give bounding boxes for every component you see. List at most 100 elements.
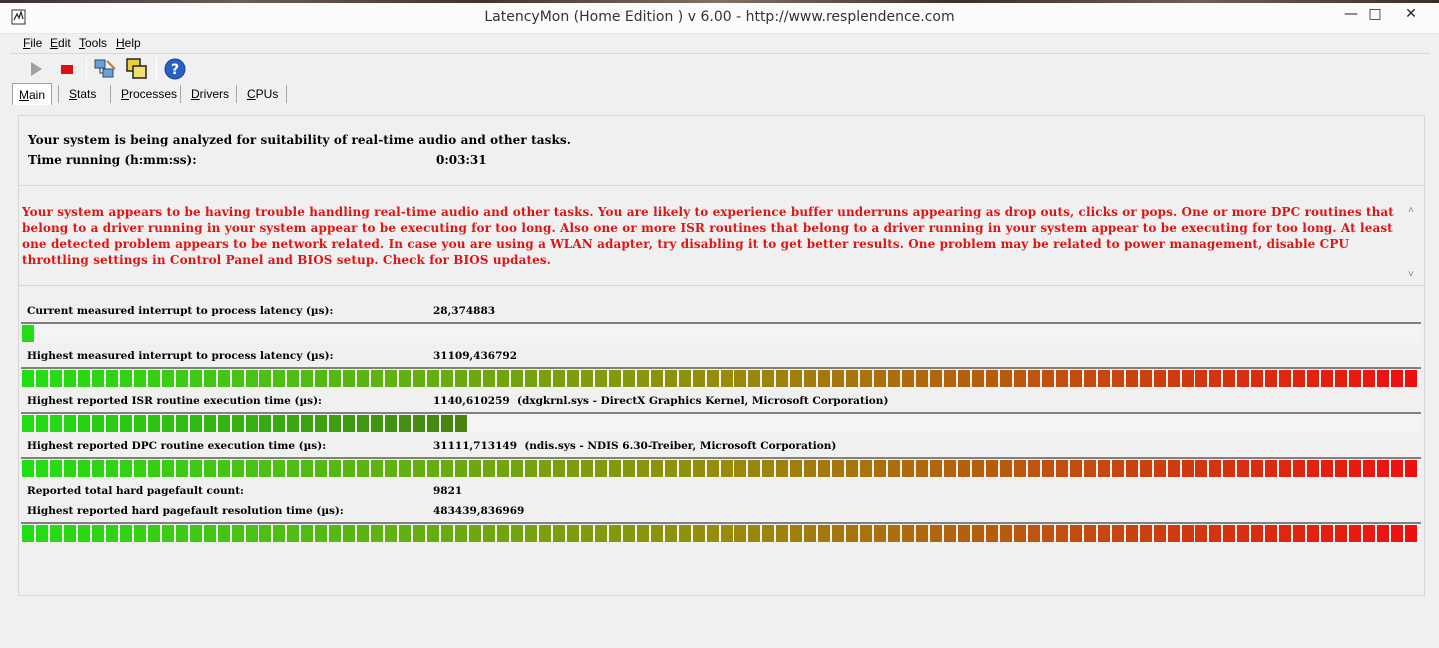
close-button[interactable]: ✕ (1396, 4, 1426, 24)
bar-segment (203, 460, 216, 477)
bar-segment (888, 370, 901, 387)
bar-segment (1139, 460, 1152, 477)
current-latency-bar (21, 322, 1421, 343)
bar-segment (650, 460, 663, 477)
bar-segment (287, 415, 300, 432)
bar-segment (1055, 525, 1068, 542)
help-icon[interactable]: ? (163, 57, 187, 81)
play-icon[interactable] (24, 57, 48, 81)
bar-segment (566, 370, 579, 387)
bar-segment (664, 460, 677, 477)
scroll-up-icon[interactable]: ˄ (1408, 205, 1414, 216)
tab-main[interactable]: Main (12, 83, 53, 105)
menu-file[interactable]: File (23, 36, 42, 50)
bar-segment (175, 370, 188, 387)
bar-segment (1041, 460, 1054, 477)
bar-segment (930, 525, 943, 542)
bar-segment (469, 525, 482, 542)
bar-segment (1307, 370, 1320, 387)
network-icon[interactable] (93, 57, 117, 81)
menu-help-label: elp (124, 36, 141, 50)
bar-segment (622, 525, 635, 542)
bar-segment (301, 525, 314, 542)
menu-edit[interactable]: Edit (50, 36, 71, 50)
bar-segment (846, 370, 859, 387)
bar-segment (63, 415, 76, 432)
bar-segment (692, 460, 705, 477)
bar-segment (552, 370, 565, 387)
bar-segment (189, 460, 202, 477)
bar-segment (1405, 460, 1418, 477)
bar-segment (385, 370, 398, 387)
bar-segment (748, 460, 761, 477)
bar-segment (203, 370, 216, 387)
bar-segment (608, 370, 621, 387)
bar-segment (748, 370, 761, 387)
bar-segment (287, 525, 300, 542)
menu-tools[interactable]: Tools (79, 36, 107, 50)
tab-stats[interactable]: Stats (69, 83, 96, 105)
bar-segment (483, 370, 495, 387)
windows-icon[interactable] (125, 57, 149, 81)
bar-segment (832, 460, 845, 477)
bar-segment (510, 460, 523, 477)
tab-processes[interactable]: Processes (121, 83, 177, 105)
bar-segment (985, 460, 998, 477)
bar-segment (287, 370, 300, 387)
bar-segment (1293, 370, 1306, 387)
scroll-down-icon[interactable]: ˅ (1408, 269, 1414, 280)
bar-segment (399, 415, 412, 432)
bar-segment (818, 525, 831, 542)
bar-segment (552, 525, 565, 542)
menu-help[interactable]: Help (116, 36, 141, 50)
bar-segment (455, 370, 468, 387)
bar-segment (804, 460, 817, 477)
bar-segment (385, 415, 398, 432)
tab-cpus[interactable]: CPUs (247, 83, 278, 105)
stop-icon[interactable] (55, 57, 79, 81)
bar-segment (580, 460, 593, 477)
bar-segment (1391, 460, 1404, 477)
bar-segment (1111, 460, 1124, 477)
current-latency-value: 28,374883 (433, 305, 496, 317)
bar-segment (832, 370, 845, 387)
bar-segment (22, 370, 34, 387)
bar-segment (650, 370, 663, 387)
bar-segment (1251, 460, 1264, 477)
bar-segment (483, 525, 495, 542)
bar-segment (1405, 370, 1418, 387)
bar-segment (91, 370, 104, 387)
bar-segment (1377, 460, 1390, 477)
divider (18, 285, 1425, 286)
bar-segment (678, 370, 691, 387)
bar-segment (441, 525, 454, 542)
bar-segment (105, 525, 118, 542)
bar-segment (301, 370, 314, 387)
bar-segment (385, 460, 398, 477)
bar-segment (1209, 460, 1222, 477)
bar-segment (552, 460, 565, 477)
bar-segment (441, 370, 454, 387)
bar-segment (259, 460, 272, 477)
maximize-button[interactable]: □ (1360, 4, 1390, 24)
bar-segment (1027, 525, 1040, 542)
bar-segment (1139, 525, 1152, 542)
bar-segment (161, 525, 174, 542)
pagefault-time-value: 483439,836969 (433, 505, 525, 517)
bar-segment (860, 370, 873, 387)
bar-segment (357, 460, 370, 477)
bar-segment (413, 415, 426, 432)
tab-drivers[interactable]: Drivers (191, 83, 229, 105)
bar-segment (510, 525, 523, 542)
bar-segment (1265, 460, 1278, 477)
bar-segment (147, 460, 160, 477)
bar-segment (1349, 460, 1362, 477)
menu-edit-key: E (50, 36, 59, 50)
bar-segment (231, 525, 244, 542)
bar-segment (902, 370, 915, 387)
menu-file-label: ile (30, 36, 43, 50)
bar-segment (678, 460, 691, 477)
bar-segment (957, 370, 970, 387)
bar-segment (63, 460, 76, 477)
bar-segment (804, 370, 817, 387)
